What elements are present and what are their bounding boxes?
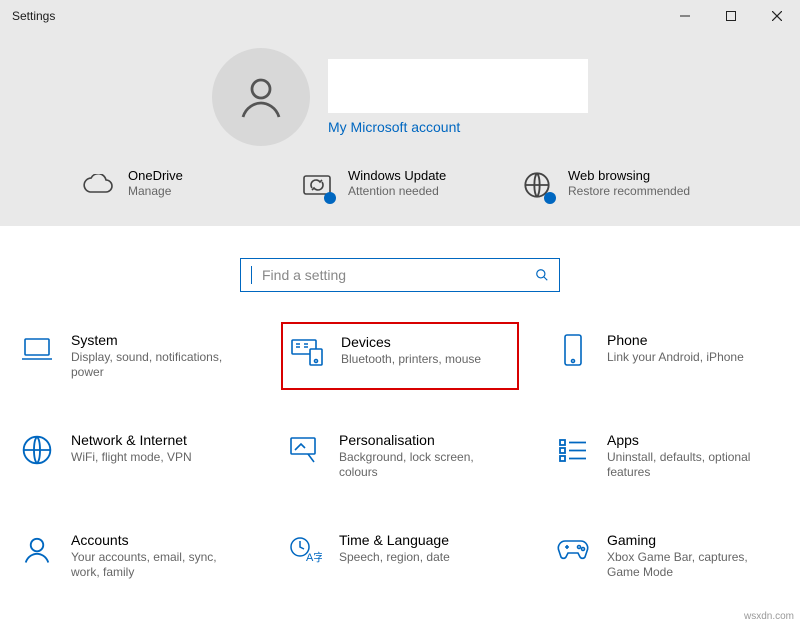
category-devices-title: Devices — [341, 334, 481, 350]
tile-onedrive-sub: Manage — [128, 184, 183, 198]
category-accounts[interactable]: Accounts Your accounts, email, sync, wor… — [13, 522, 251, 590]
account-name-placeholder — [328, 59, 588, 113]
tile-windows-update[interactable]: Windows Update Attention needed — [300, 168, 500, 202]
window-title: Settings — [12, 9, 662, 23]
tile-onedrive[interactable]: OneDrive Manage — [80, 168, 280, 202]
category-apps[interactable]: Apps Uninstall, defaults, optional featu… — [549, 422, 787, 490]
category-phone-sub: Link your Android, iPhone — [607, 350, 744, 365]
category-gaming-title: Gaming — [607, 532, 781, 548]
category-system[interactable]: System Display, sound, notifications, po… — [13, 322, 251, 390]
cloud-icon — [80, 168, 114, 202]
tile-update-title: Windows Update — [348, 168, 446, 183]
devices-icon — [289, 334, 325, 370]
category-network-title: Network & Internet — [71, 432, 192, 448]
titlebar: Settings — [0, 0, 800, 32]
search-input[interactable]: Find a setting — [240, 258, 560, 292]
svg-text:A字: A字 — [306, 550, 322, 564]
search-placeholder: Find a setting — [262, 267, 346, 283]
attention-dot-icon — [324, 192, 336, 204]
time-language-icon: A字 — [287, 532, 323, 568]
category-personalisation[interactable]: Personalisation Background, lock screen,… — [281, 422, 519, 490]
tile-web-browsing[interactable]: Web browsing Restore recommended — [520, 168, 720, 202]
tile-web-sub: Restore recommended — [568, 184, 690, 198]
category-gaming-sub: Xbox Game Bar, captures, Game Mode — [607, 550, 781, 580]
attention-dot-icon — [544, 192, 556, 204]
category-accounts-title: Accounts — [71, 532, 245, 548]
category-devices[interactable]: Devices Bluetooth, printers, mouse — [281, 322, 519, 390]
category-time-language[interactable]: A字 Time & Language Speech, region, date — [281, 522, 519, 590]
category-gaming[interactable]: Gaming Xbox Game Bar, captures, Game Mod… — [549, 522, 787, 590]
maximize-button[interactable] — [708, 0, 754, 32]
avatar[interactable] — [212, 48, 310, 146]
person-icon — [19, 532, 55, 568]
sync-icon — [300, 168, 334, 202]
category-apps-title: Apps — [607, 432, 781, 448]
globe-icon — [520, 168, 554, 202]
account-row: My Microsoft account — [0, 48, 800, 146]
category-network[interactable]: Network & Internet WiFi, flight mode, VP… — [13, 422, 251, 490]
category-time-title: Time & Language — [339, 532, 450, 548]
category-devices-sub: Bluetooth, printers, mouse — [341, 352, 481, 367]
globe-icon — [19, 432, 55, 468]
tile-onedrive-title: OneDrive — [128, 168, 183, 183]
person-icon — [237, 73, 285, 121]
category-personal-title: Personalisation — [339, 432, 513, 448]
paintbrush-icon — [287, 432, 323, 468]
my-microsoft-account-link[interactable]: My Microsoft account — [328, 119, 588, 135]
apps-list-icon — [555, 432, 591, 468]
category-accounts-sub: Your accounts, email, sync, work, family — [71, 550, 245, 580]
category-network-sub: WiFi, flight mode, VPN — [71, 450, 192, 465]
tile-web-title: Web browsing — [568, 168, 690, 183]
close-button[interactable] — [754, 0, 800, 32]
settings-header: My Microsoft account OneDrive Manage — [0, 32, 800, 226]
tile-update-sub: Attention needed — [348, 184, 446, 198]
phone-icon — [555, 332, 591, 368]
category-system-title: System — [71, 332, 245, 348]
watermark: wsxdn.com — [744, 611, 794, 622]
search-icon — [535, 268, 549, 282]
category-apps-sub: Uninstall, defaults, optional features — [607, 450, 781, 480]
minimize-button[interactable] — [662, 0, 708, 32]
category-time-sub: Speech, region, date — [339, 550, 450, 565]
category-system-sub: Display, sound, notifications, power — [71, 350, 245, 380]
laptop-icon — [19, 332, 55, 368]
category-personal-sub: Background, lock screen, colours — [339, 450, 513, 480]
gamepad-icon — [555, 532, 591, 568]
category-phone[interactable]: Phone Link your Android, iPhone — [549, 322, 787, 390]
category-phone-title: Phone — [607, 332, 744, 348]
